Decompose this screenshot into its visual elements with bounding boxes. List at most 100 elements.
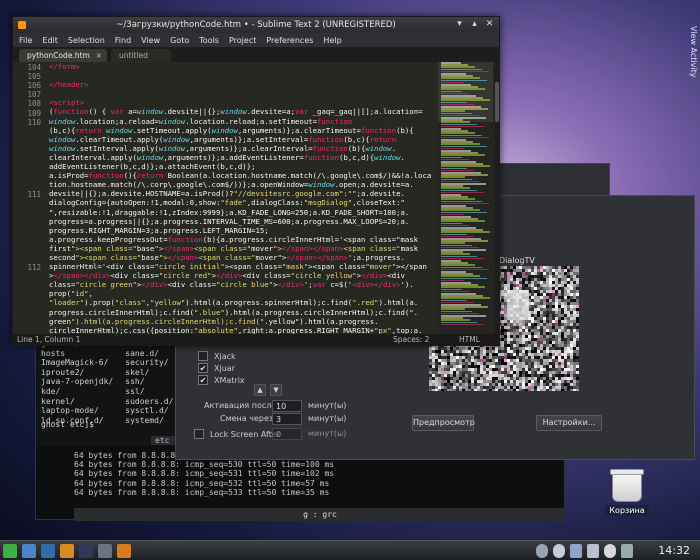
noise-pixel bbox=[453, 347, 456, 350]
menu-edit[interactable]: Edit bbox=[42, 36, 58, 45]
noise-pixel bbox=[543, 323, 546, 326]
noise-pixel bbox=[531, 344, 534, 347]
activate-after-input[interactable]: 10 bbox=[272, 400, 302, 412]
noise-pixel bbox=[549, 269, 552, 272]
terminal-bottom-tab[interactable]: g : grc bbox=[74, 508, 566, 521]
menu-preferences[interactable]: Preferences bbox=[266, 36, 313, 45]
noise-pixel bbox=[543, 269, 546, 272]
noise-pixel bbox=[522, 359, 525, 362]
file-entry: sudoers.d/ bbox=[125, 396, 174, 406]
settings-button[interactable]: Настройки... bbox=[536, 415, 602, 431]
app-icon[interactable] bbox=[60, 544, 74, 558]
noise-pixel bbox=[507, 380, 510, 383]
menu-project[interactable]: Project bbox=[229, 36, 256, 45]
notifications-icon[interactable] bbox=[604, 544, 616, 558]
noise-pixel bbox=[567, 353, 570, 356]
menu-selection[interactable]: Selection bbox=[68, 36, 105, 45]
noise-pixel bbox=[549, 272, 552, 275]
menu-help[interactable]: Help bbox=[323, 36, 341, 45]
checkbox-box[interactable]: ✔ bbox=[198, 363, 208, 373]
checkbox-box[interactable]: ✔ bbox=[198, 375, 208, 385]
lock-screen-input[interactable]: 0 bbox=[272, 428, 302, 440]
noise-pixel bbox=[552, 287, 555, 290]
activity-icon[interactable] bbox=[41, 544, 55, 558]
noise-pixel bbox=[540, 278, 543, 281]
noise-pixel bbox=[471, 353, 474, 356]
noise-pixel bbox=[534, 347, 537, 350]
tab-untitled[interactable]: untitled bbox=[111, 49, 171, 62]
noise-pixel bbox=[528, 278, 531, 281]
tab-close-icon[interactable]: × bbox=[96, 49, 102, 62]
noise-pixel bbox=[510, 329, 513, 332]
noise-pixel bbox=[519, 386, 522, 389]
code-area[interactable]: </form> </header> <script> (function() {… bbox=[49, 62, 434, 334]
noise-pixel bbox=[576, 281, 579, 284]
noise-pixel bbox=[441, 365, 444, 368]
noise-pixel bbox=[540, 302, 543, 305]
noise-pixel bbox=[570, 341, 573, 344]
checkbox-box[interactable] bbox=[198, 351, 208, 361]
noise-pixel bbox=[549, 302, 552, 305]
noise-pixel bbox=[450, 356, 453, 359]
menu-goto[interactable]: Goto bbox=[170, 36, 189, 45]
view-activity-label[interactable]: View Activity bbox=[689, 26, 698, 77]
vertical-scrollbar[interactable] bbox=[494, 62, 500, 334]
checkbox-xjack[interactable]: Xjack bbox=[198, 351, 236, 361]
noise-pixel bbox=[471, 374, 474, 377]
close-icon[interactable]: ✕ bbox=[484, 19, 495, 30]
move-down-button[interactable]: ▼ bbox=[270, 384, 282, 396]
sublime-task-icon[interactable] bbox=[117, 544, 131, 558]
noise-pixel bbox=[474, 353, 477, 356]
maximize-icon[interactable]: ▴ bbox=[469, 19, 480, 30]
noise-pixel bbox=[576, 356, 579, 359]
checkbox-box[interactable] bbox=[194, 429, 204, 439]
noise-pixel bbox=[429, 365, 432, 368]
volume-icon[interactable] bbox=[553, 544, 565, 558]
kde-menu-icon[interactable] bbox=[3, 544, 17, 558]
noise-pixel bbox=[570, 305, 573, 308]
terminal-prompt: ghost etc]$ bbox=[41, 420, 94, 429]
noise-pixel bbox=[570, 332, 573, 335]
minimize-icon[interactable]: ▾ bbox=[454, 19, 465, 30]
scrollbar-thumb[interactable] bbox=[495, 82, 499, 122]
editor-window[interactable]: ~/Загрузки/pythonCode.htm • - Sublime Te… bbox=[12, 16, 500, 346]
noise-pixel bbox=[507, 326, 510, 329]
code-line: green").html(a.progress.circleInnerHtml)… bbox=[49, 316, 379, 326]
change-every-input[interactable]: 3 bbox=[272, 413, 302, 425]
noise-pixel bbox=[534, 338, 537, 341]
file-manager-icon[interactable] bbox=[22, 544, 36, 558]
lock-screen-checkbox[interactable]: Lock Screen After bbox=[194, 429, 280, 439]
terminal-task-icon[interactable] bbox=[79, 544, 93, 558]
noise-pixel bbox=[534, 272, 537, 275]
checkbox-xjuar[interactable]: ✔ Xjuar bbox=[198, 363, 235, 373]
noise-pixel bbox=[483, 383, 486, 386]
trash-icon bbox=[610, 469, 644, 502]
move-up-button[interactable]: ▲ bbox=[254, 384, 266, 396]
noise-pixel bbox=[519, 359, 522, 362]
editor-titlebar[interactable]: ~/Загрузки/pythonCode.htm • - Sublime Te… bbox=[13, 17, 499, 33]
menu-file[interactable]: File bbox=[19, 36, 32, 45]
noise-pixel bbox=[465, 380, 468, 383]
noise-pixel bbox=[540, 311, 543, 314]
minimap[interactable] bbox=[438, 62, 493, 334]
system-tray-icon[interactable] bbox=[621, 544, 633, 558]
network-icon[interactable] bbox=[536, 544, 548, 558]
clock[interactable]: 14:32 bbox=[658, 541, 690, 560]
menu-view[interactable]: View bbox=[141, 36, 160, 45]
menu-tools[interactable]: Tools bbox=[199, 36, 219, 45]
clipboard-icon[interactable] bbox=[570, 544, 582, 558]
screen-icon[interactable] bbox=[98, 544, 112, 558]
preview-button[interactable]: Предпросмотр bbox=[412, 415, 475, 431]
syntax-status[interactable]: HTML bbox=[459, 334, 480, 346]
battery-icon[interactable] bbox=[587, 544, 599, 558]
noise-pixel bbox=[573, 287, 576, 290]
menu-find[interactable]: Find bbox=[115, 36, 131, 45]
checkbox-xmatrix[interactable]: ✔ XMatrix bbox=[198, 375, 245, 385]
tab-pythoncode[interactable]: pythonCode.htm × bbox=[19, 49, 107, 62]
indentation-status[interactable]: Spaces: 2 bbox=[393, 334, 429, 346]
trash-desktop-icon[interactable]: Корзина bbox=[596, 469, 658, 518]
noise-pixel bbox=[534, 290, 537, 293]
noise-pixel bbox=[522, 341, 525, 344]
noise-pixel bbox=[438, 377, 441, 380]
noise-pixel bbox=[486, 386, 489, 389]
